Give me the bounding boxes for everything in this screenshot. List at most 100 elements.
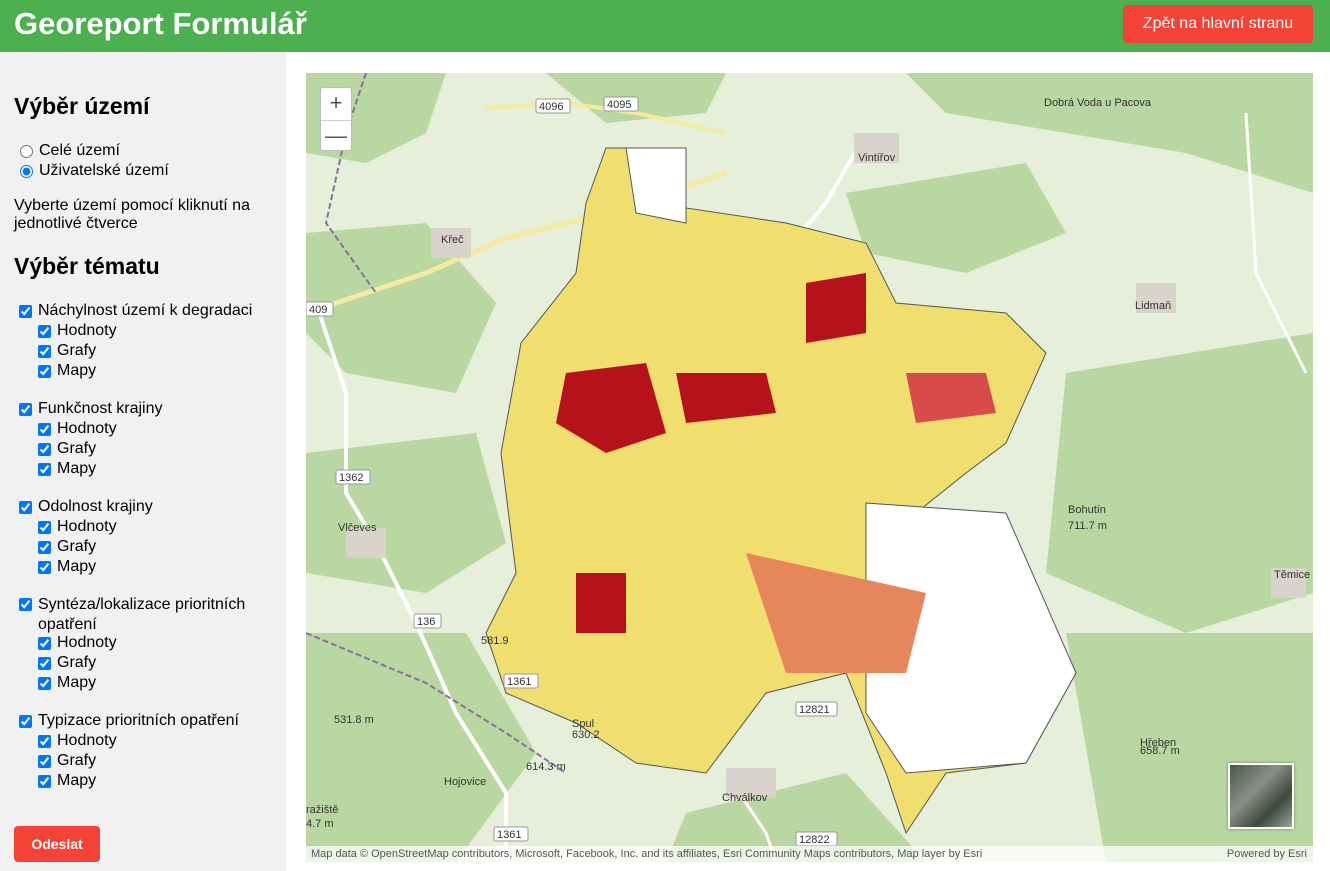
sub-label: Grafy [57,440,97,457]
powered-by-text: Powered by Esri [1226,848,1307,860]
topic-checkbox-funkcnost[interactable]: Funkčnost krajiny [19,399,288,419]
road-number-label: 409 [306,301,334,317]
back-to-main-button[interactable]: Zpět na hlavní stranu [1123,5,1313,43]
sub-checkbox-grafy[interactable]: Grafy [38,341,96,361]
radio-whole-area[interactable]: Celé území [20,141,120,161]
sub-checkbox-input[interactable] [38,774,51,788]
topic-checkbox-typizace[interactable]: Typizace prioritních opatření [19,711,288,731]
radio-user-area-label: Uživatelské území [39,162,169,179]
app-header: Georeport Formulář Zpět na hlavní stranu [0,0,1330,52]
map-place-label: 614.3 m [526,761,566,773]
svg-text:409: 409 [309,304,327,316]
basemap-toggle-thumbnail[interactable] [1228,763,1294,829]
map-place-label: 711.7 m [1068,520,1107,532]
sub-checkbox-input[interactable] [38,560,51,574]
svg-text:1362: 1362 [339,472,363,484]
topic-label: Syntéza/lokalizace prioritních opatření [38,596,246,633]
sub-checkbox-mapy[interactable]: Mapy [38,673,96,693]
sub-label: Hodnoty [57,518,117,535]
radio-user-area-input[interactable] [20,164,33,178]
topic-checkbox-input[interactable] [19,402,32,416]
map-place-label: Lidmaň [1135,300,1171,312]
topic-checkbox-degradace[interactable]: Náchylnost území k degradaci [19,301,288,321]
map-place-label: 630.2 [572,729,600,741]
sub-checkbox-input[interactable] [38,344,51,358]
sub-label: Hodnoty [57,634,117,651]
sub-label: Mapy [57,362,97,379]
sub-checkbox-input[interactable] [38,754,51,768]
sub-label: Grafy [57,538,97,555]
svg-text:12822: 12822 [799,834,830,846]
svg-text:4095: 4095 [607,99,631,111]
sub-checkbox-hodnoty[interactable]: Hodnoty [38,321,117,341]
sub-checkbox-mapy[interactable]: Mapy [38,361,96,381]
radio-whole-area-label: Celé území [39,142,120,159]
map-view[interactable]: Dobrá Voda u Pacova Vintířov Křeč Lidmaň Boh… [306,73,1313,862]
sub-checkbox-input[interactable] [38,656,51,670]
sub-label: Mapy [57,460,97,477]
sub-label: Hodnoty [57,732,117,749]
svg-text:1361: 1361 [497,829,521,841]
road-number-label: 4096 [535,98,571,114]
zoom-out-button[interactable]: — [321,120,351,152]
map-place-label: Vlčeves [338,522,377,534]
sub-checkbox-grafy[interactable]: Grafy [38,439,96,459]
map-place-label: Těmice [1274,569,1310,581]
sub-checkbox-input[interactable] [38,422,51,436]
sub-checkbox-input[interactable] [38,462,51,476]
sub-label: Hodnoty [57,420,117,437]
sub-checkbox-input[interactable] [38,676,51,690]
area-heading: Výběr území [14,93,150,119]
sub-checkbox-input[interactable] [38,442,51,456]
topic-checkbox-input[interactable] [19,714,32,728]
sub-checkbox-grafy[interactable]: Grafy [38,653,96,673]
road-number-label: 12821 [795,701,838,717]
sub-checkbox-input[interactable] [38,324,51,338]
sub-checkbox-input[interactable] [38,636,51,650]
sidebar: Výběr území Celé území Uživatelské území… [0,52,286,871]
sub-checkbox-input[interactable] [38,364,51,378]
topic-checkbox-odolnost[interactable]: Odolnost krajiny [19,497,288,517]
submit-button[interactable]: Odeslat [14,826,100,862]
svg-text:136: 136 [417,616,435,628]
topic-checkbox-synteza[interactable]: Syntéza/lokalizace prioritních opatření [19,595,278,635]
topic-checkbox-input[interactable] [19,304,32,318]
road-number-label: 136 [413,613,442,629]
road-number-label: 1362 [335,469,371,485]
sub-label: Mapy [57,674,97,691]
sub-checkbox-grafy[interactable]: Grafy [38,537,96,557]
topic-checkbox-input[interactable] [19,598,32,611]
map-place-label: Dobrá Voda u Pacova [1044,97,1152,109]
sub-checkbox-hodnoty[interactable]: Hodnoty [38,633,117,653]
sub-label: Grafy [57,752,97,769]
topic-checkbox-input[interactable] [19,500,32,514]
sub-label: Grafy [57,654,97,671]
sub-checkbox-input[interactable] [38,520,51,534]
area-hint: Vyberte území pomocí kliknutí na jednotl… [14,197,250,232]
sub-checkbox-grafy[interactable]: Grafy [38,751,96,771]
road-number-label: 1361 [503,673,539,689]
road-number-label: 12822 [795,831,838,847]
sub-label: Grafy [57,342,97,359]
sub-label: Mapy [57,558,97,575]
zoom-control: + — [320,87,352,151]
sub-checkbox-hodnoty[interactable]: Hodnoty [38,517,117,537]
radio-user-area[interactable]: Uživatelské území [20,161,169,181]
app-title: Georeport Formulář [14,6,307,41]
basemap: Dobrá Voda u Pacova Vintířov Křeč Lidmaň Boh… [306,73,1313,862]
sub-checkbox-mapy[interactable]: Mapy [38,557,96,577]
zoom-in-button[interactable]: + [321,88,351,120]
sub-checkbox-hodnoty[interactable]: Hodnoty [38,419,117,439]
sub-checkbox-input[interactable] [38,540,51,554]
svg-text:12821: 12821 [799,704,830,716]
map-place-label: Vintířov [858,152,896,164]
sub-checkbox-mapy[interactable]: Mapy [38,771,96,791]
topic-label: Odolnost krajiny [38,498,153,515]
topic-label: Náchylnost území k degradaci [38,302,253,319]
sub-checkbox-input[interactable] [38,734,51,748]
map-place-label: 581.9 [481,635,509,647]
sub-checkbox-hodnoty[interactable]: Hodnoty [38,731,117,751]
topic-heading: Výběr tématu [14,253,160,279]
radio-whole-area-input[interactable] [20,144,33,158]
sub-checkbox-mapy[interactable]: Mapy [38,459,96,479]
